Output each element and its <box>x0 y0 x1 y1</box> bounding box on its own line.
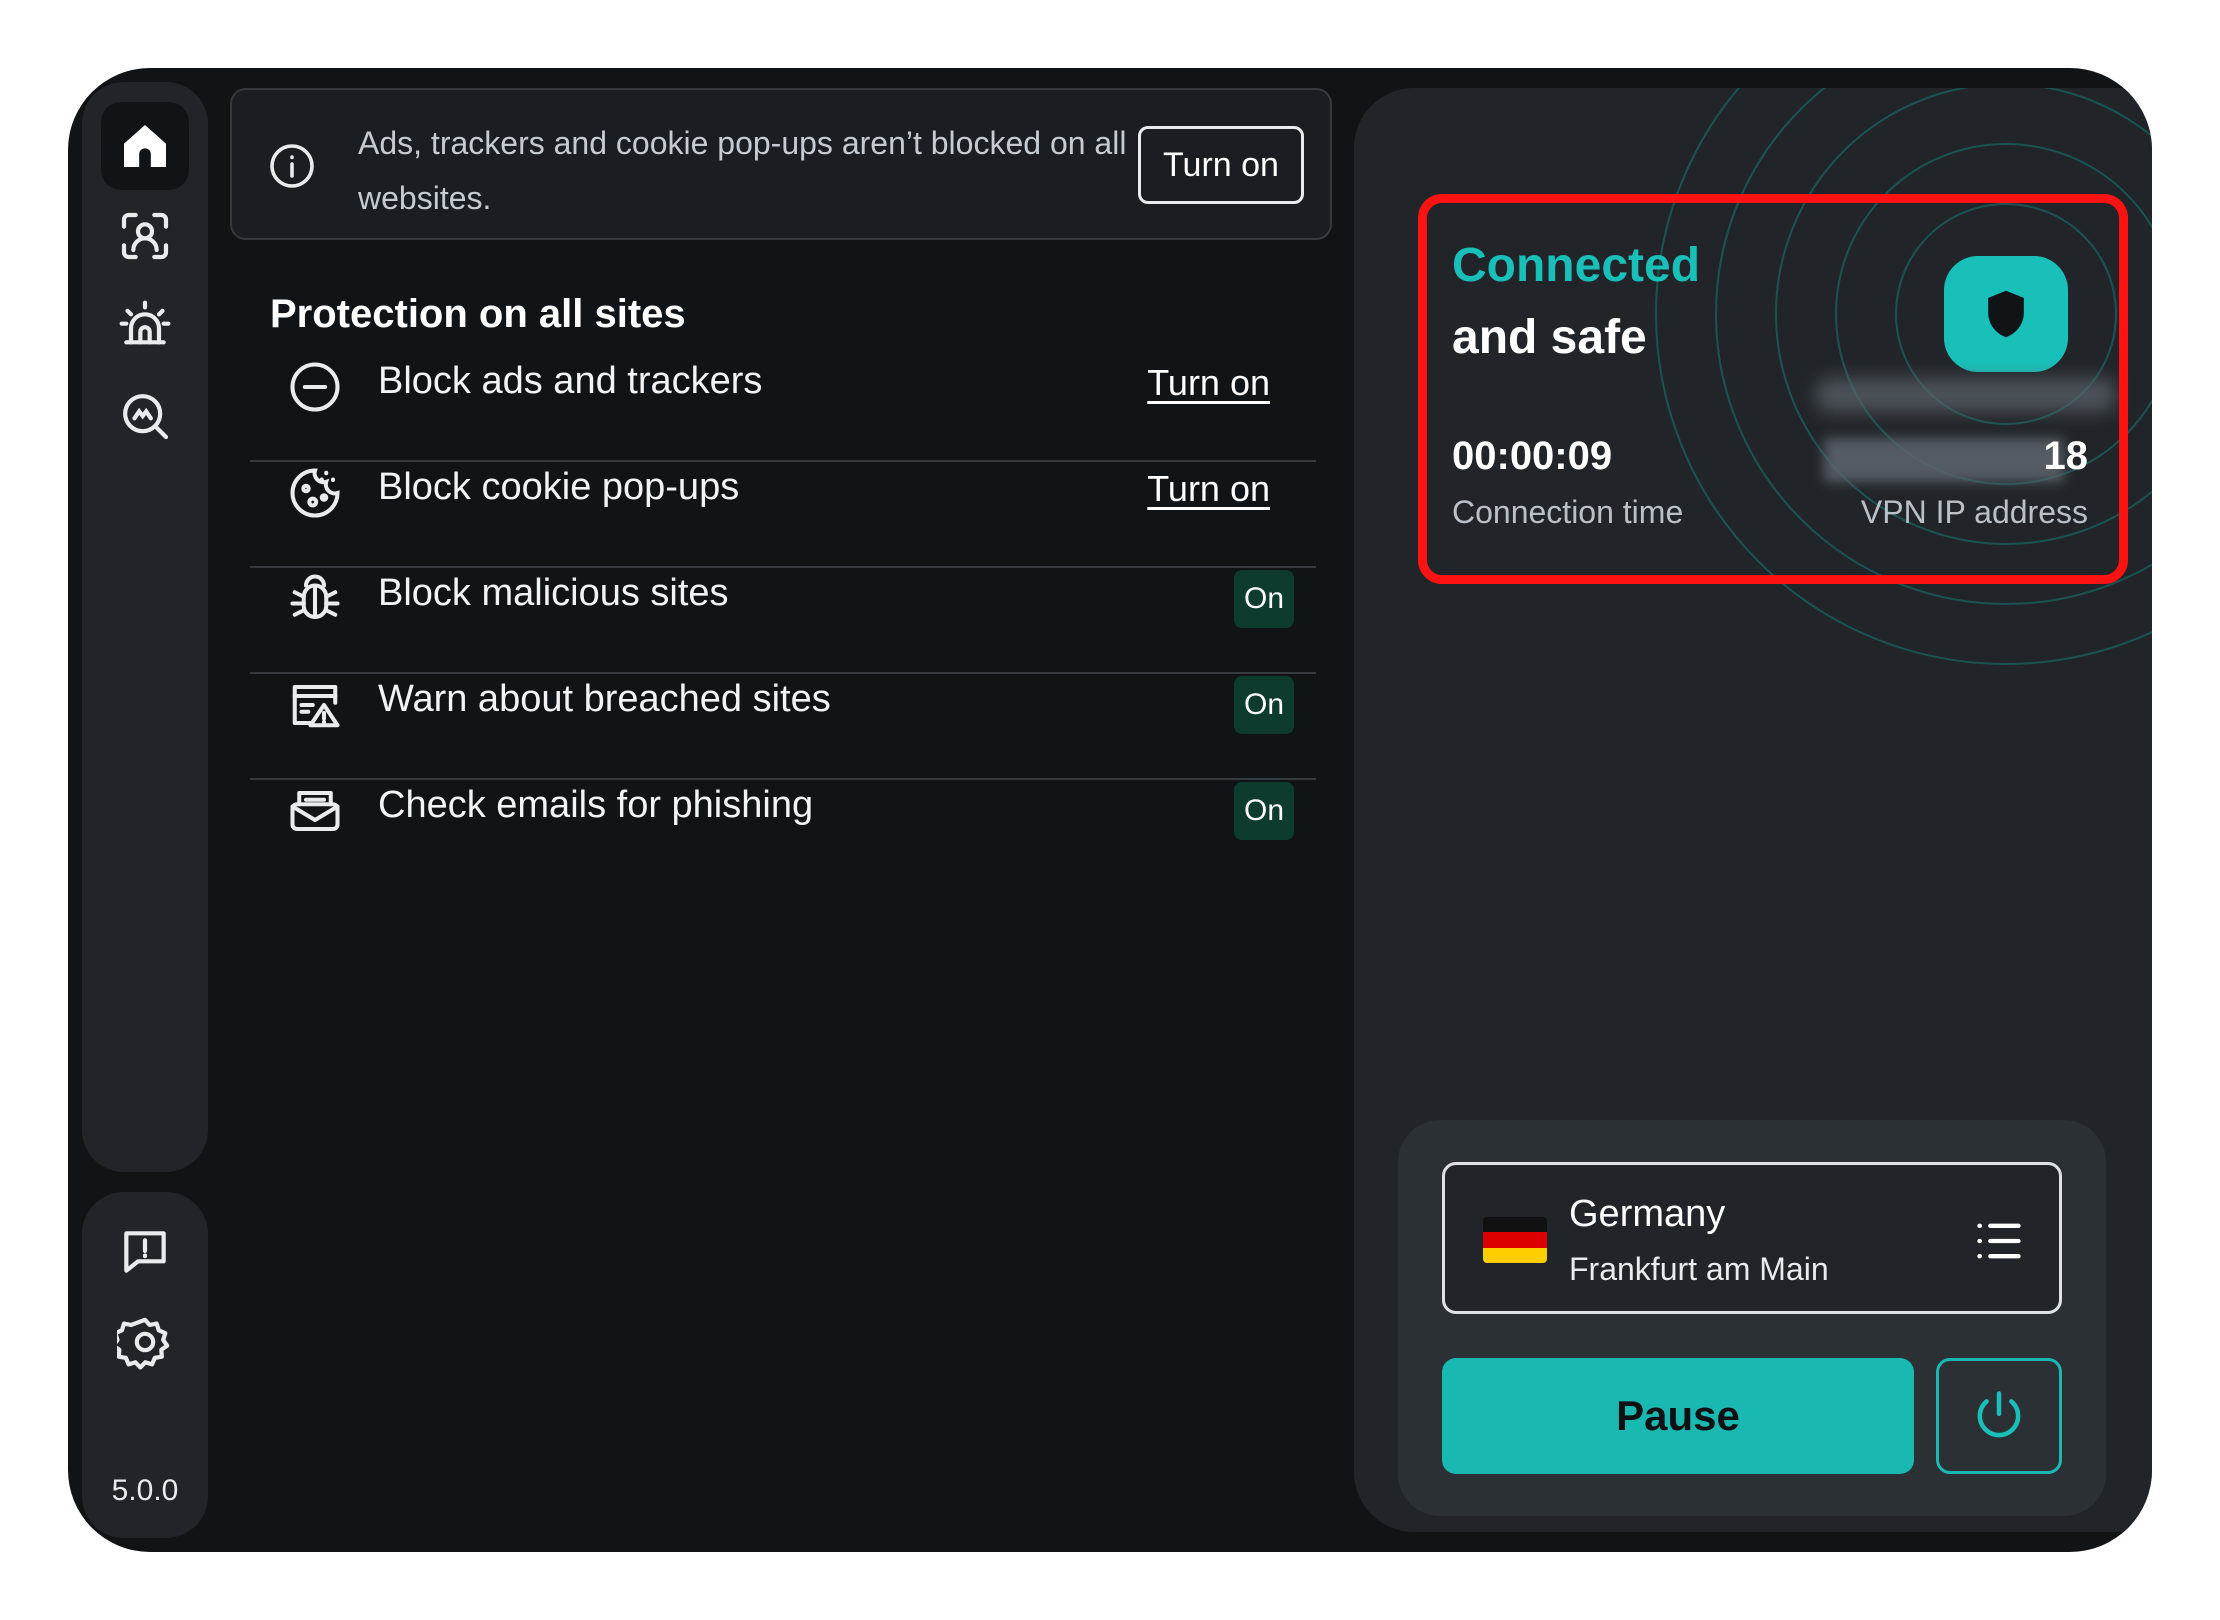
cookie-icon <box>290 468 340 518</box>
sidebar-utility: 5.0.0 <box>82 1192 208 1538</box>
feature-row-phishing: Check emails for phishing On <box>250 736 1316 886</box>
banner-turn-on-button[interactable]: Turn on <box>1138 126 1304 204</box>
disconnect-button[interactable] <box>1936 1358 2062 1474</box>
feedback-icon[interactable] <box>101 1208 189 1296</box>
block-cookies-turn-on-link[interactable]: Turn on <box>1147 468 1270 510</box>
location-city: Frankfurt am Main <box>1569 1251 1829 1287</box>
alarm-icon[interactable] <box>101 282 189 370</box>
power-icon <box>1977 1391 2021 1438</box>
bug-icon <box>290 574 340 620</box>
germany-flag-icon <box>1483 1217 1547 1263</box>
breach-warning-icon <box>292 684 340 728</box>
info-icon <box>270 144 314 188</box>
vpn-controls-card: Germany Frankfurt am Main Pause <box>1398 1120 2106 1516</box>
location-selector[interactable]: Germany Frankfurt am Main <box>1442 1162 2062 1314</box>
gear-icon[interactable] <box>101 1298 189 1386</box>
search-scan-icon[interactable] <box>101 372 189 460</box>
banner-message: Ads, trackers and cookie pop-ups aren’t … <box>358 125 1127 216</box>
block-ads-turn-on-link[interactable]: Turn on <box>1147 362 1270 404</box>
location-country: Germany <box>1569 1193 1726 1235</box>
list-icon[interactable] <box>1973 1215 2025 1267</box>
protection-warning-banner: Ads, trackers and cookie pop-ups aren’t … <box>230 88 1332 240</box>
highlight-annotation <box>1418 194 2128 584</box>
status-badge: On <box>1234 570 1294 628</box>
status-badge: On <box>1234 782 1294 840</box>
feature-label: Warn about breached sites <box>378 678 831 720</box>
feature-label: Check emails for phishing <box>378 784 814 826</box>
app-version: 5.0.0 <box>111 1474 179 1507</box>
home-icon[interactable] <box>101 102 189 190</box>
identity-scan-icon[interactable] <box>101 192 189 280</box>
mail-icon <box>290 790 340 832</box>
feature-label: Block malicious sites <box>378 572 729 614</box>
feature-label: Block cookie pop-ups <box>378 466 740 508</box>
feature-label: Block ads and trackers <box>378 360 763 402</box>
status-badge: On <box>1234 676 1294 734</box>
pause-button[interactable]: Pause <box>1442 1358 1914 1474</box>
sidebar-nav <box>82 82 208 1172</box>
minus-circle-icon <box>290 362 340 412</box>
